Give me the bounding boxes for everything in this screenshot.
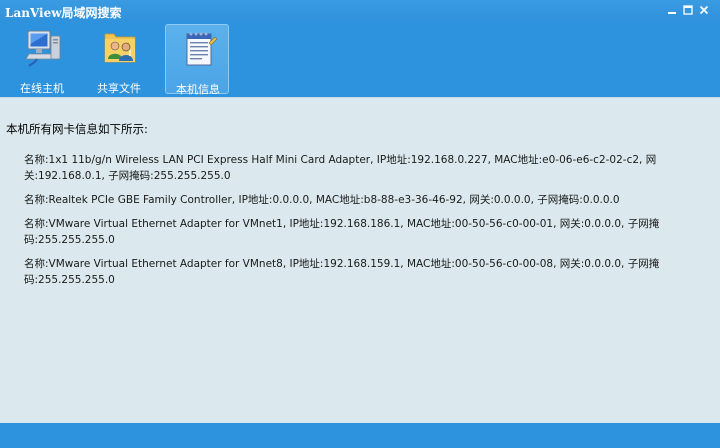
toolbar-shared-files-button[interactable]: 共享文件 [87,24,151,95]
window-title: LanView局域网搜索 [5,6,122,20]
adapter-info: 名称:1x1 11b/g/n Wireless LAN PCI Express … [24,154,657,182]
maximize-icon [683,5,693,15]
toolbar-local-info-button[interactable]: 本机信息 [165,24,229,96]
computer-icon [25,30,61,67]
close-icon [699,5,709,15]
adapter-info: 名称:VMware Virtual Ethernet Adapter for V… [24,258,660,286]
minimize-icon [668,12,676,14]
adapter-info: 名称:VMware Virtual Ethernet Adapter for V… [24,218,660,246]
status-bar [0,423,720,448]
shared-users-icon [104,33,136,63]
panel-heading: 本机所有网卡信息如下所示: [6,122,148,136]
toolbar-label: 本机信息 [176,83,220,96]
toolbar-label: 共享文件 [97,82,141,95]
toolbar: 在线主机 共享文件 本机信息 [0,22,720,97]
toolbar-online-hosts-button[interactable]: 在线主机 [10,24,74,95]
toolbar-label: 在线主机 [20,82,64,95]
local-info-panel: 本机所有网卡信息如下所示: 名称:1x1 11b/g/n Wireless LA… [0,97,720,423]
notepad-icon [186,32,218,66]
app-window: LanView局域网搜索 在线主机 共享文件 本机信息 本机所有网卡信息如下所示… [0,0,720,448]
adapter-info: 名称:Realtek PCIe GBE Family Controller, I… [24,194,620,206]
title-bar[interactable]: LanView局域网搜索 [0,0,720,22]
close-button[interactable] [694,2,714,20]
